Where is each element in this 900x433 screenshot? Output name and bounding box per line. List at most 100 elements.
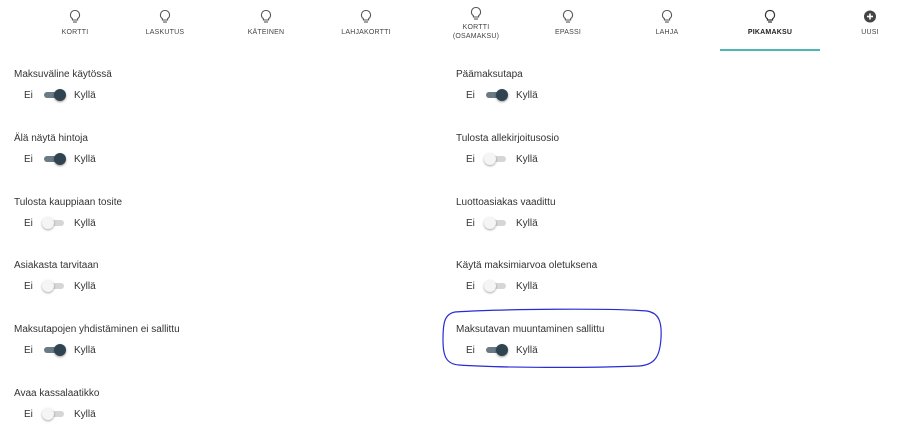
- setting-title: Avaa kassalaatikko: [14, 388, 100, 399]
- tab-lahja[interactable]: LAHJA: [637, 0, 697, 50]
- toggle-row: Ei Kyllä: [24, 151, 96, 167]
- setting-tulosta-kauppiaan-tosite: Tulosta kauppiaan tosite Ei Kyllä: [14, 197, 123, 229]
- tab-epassi[interactable]: EPASSI: [538, 0, 598, 50]
- lightbulb-icon: [360, 9, 372, 23]
- setting-title: Maksuväline käytössä: [14, 69, 112, 80]
- toggle-row: Ei Kyllä: [466, 278, 538, 294]
- payment-method-tabs: KORTTI LASKUTUS KÄTEINEN LAHJAKORTTI KOR…: [0, 0, 900, 56]
- toggle-thumb: [54, 153, 66, 165]
- toggle-switch[interactable]: [484, 87, 508, 103]
- setting-title: Tulosta allekirjoitusosio: [456, 133, 560, 144]
- lightbulb-icon: [562, 9, 574, 23]
- toggle-off-label: Ei: [466, 344, 475, 356]
- toggle-switch[interactable]: [484, 151, 508, 167]
- setting-title: Maksutavan muuntaminen sallittu: [456, 324, 605, 335]
- setting-title: Luottoasiakas vaadittu: [456, 197, 556, 208]
- toggle-switch[interactable]: [484, 215, 508, 231]
- lightbulb-icon: [159, 9, 171, 23]
- toggle-row: Ei Kyllä: [466, 215, 538, 231]
- toggle-off-label: Ei: [24, 217, 33, 229]
- tab-kortti-osamaksu[interactable]: KORTTI (OSAMAKSU): [436, 0, 516, 50]
- toggle-thumb: [42, 217, 54, 229]
- lightbulb-icon: [470, 6, 482, 20]
- setting-paamaksutapa: Päämaksutapa Ei Kyllä: [456, 69, 538, 101]
- toggle-row: Ei Kyllä: [24, 87, 96, 103]
- tab-label: PIKAMAKSU: [747, 29, 793, 36]
- toggle-on-label: Kyllä: [74, 89, 96, 101]
- toggle-thumb: [54, 89, 66, 101]
- setting-maksuvaline-kaytossa: Maksuväline käytössä Ei Kyllä: [14, 69, 112, 101]
- toggle-off-label: Ei: [24, 344, 33, 356]
- tab-label: UUSI: [861, 29, 879, 36]
- toggle-switch[interactable]: [484, 342, 508, 358]
- toggle-on-label: Kyllä: [516, 217, 538, 229]
- toggle-switch[interactable]: [484, 278, 508, 294]
- setting-title: Älä näytä hintoja: [14, 133, 88, 144]
- toggle-off-label: Ei: [24, 280, 33, 292]
- setting-title: Päämaksutapa: [456, 69, 523, 80]
- tab-kortti[interactable]: KORTTI: [45, 0, 105, 50]
- toggle-on-label: Kyllä: [516, 280, 538, 292]
- setting-title: Tulosta kauppiaan tosite: [14, 197, 123, 208]
- toggle-on-label: Kyllä: [74, 153, 96, 165]
- setting-title: Maksutapojen yhdistäminen ei sallittu: [14, 324, 180, 335]
- tab-label: LAHJAKORTTI: [341, 29, 391, 36]
- setting-asiakasta-tarvitaan: Asiakasta tarvitaan Ei Kyllä: [14, 260, 99, 292]
- tab-laskutus[interactable]: LASKUTUS: [135, 0, 195, 50]
- toggle-row: Ei Kyllä: [466, 151, 538, 167]
- toggle-off-label: Ei: [466, 217, 475, 229]
- tab-label: EPASSI: [555, 29, 581, 36]
- add-circle-icon: [864, 10, 876, 23]
- tab-lahjakortti[interactable]: LAHJAKORTTI: [326, 0, 406, 50]
- toggle-on-label: Kyllä: [516, 153, 538, 165]
- toggle-thumb: [42, 408, 54, 420]
- toggle-thumb: [484, 280, 496, 292]
- lightbulb-icon: [661, 9, 673, 23]
- toggle-on-label: Kyllä: [74, 280, 96, 292]
- toggle-switch[interactable]: [42, 278, 66, 294]
- toggle-on-label: Kyllä: [74, 344, 96, 356]
- toggle-on-label: Kyllä: [74, 217, 96, 229]
- toggle-row: Ei Kyllä: [466, 342, 538, 358]
- toggle-switch[interactable]: [42, 87, 66, 103]
- toggle-row: Ei Kyllä: [24, 215, 96, 231]
- toggle-off-label: Ei: [24, 153, 33, 165]
- toggle-off-label: Ei: [466, 89, 475, 101]
- toggle-off-label: Ei: [24, 89, 33, 101]
- setting-title: Asiakasta tarvitaan: [14, 260, 99, 271]
- toggle-row: Ei Kyllä: [24, 278, 96, 294]
- toggle-thumb: [42, 280, 54, 292]
- toggle-off-label: Ei: [24, 408, 33, 420]
- toggle-thumb: [484, 217, 496, 229]
- toggle-on-label: Kyllä: [516, 89, 538, 101]
- setting-avaa-kassalaatikko: Avaa kassalaatikko Ei Kyllä: [14, 388, 100, 420]
- toggle-switch[interactable]: [42, 342, 66, 358]
- toggle-off-label: Ei: [466, 280, 475, 292]
- toggle-switch[interactable]: [42, 406, 66, 422]
- setting-title: Käytä maksimiarvoa oletuksena: [456, 260, 598, 271]
- toggle-thumb: [496, 89, 508, 101]
- tab-label-line2: (OSAMAKSU): [452, 33, 500, 40]
- toggle-row: Ei Kyllä: [24, 406, 96, 422]
- tab-uusi[interactable]: UUSI: [845, 0, 895, 50]
- tab-pikamaksu[interactable]: PIKAMAKSU: [730, 0, 810, 50]
- setting-maksutapojen-yhdistaminen: Maksutapojen yhdistäminen ei sallittu Ei…: [14, 324, 180, 356]
- toggle-row: Ei Kyllä: [24, 342, 96, 358]
- annotation-highlight-ellipse: [442, 308, 662, 368]
- toggle-switch[interactable]: [42, 215, 66, 231]
- tab-label: KÄTEINEN: [247, 29, 285, 36]
- setting-ala-nayta-hintoja: Älä näytä hintoja Ei Kyllä: [14, 133, 96, 165]
- toggle-on-label: Kyllä: [74, 408, 96, 420]
- tab-kateinen[interactable]: KÄTEINEN: [236, 0, 296, 50]
- toggle-switch[interactable]: [42, 151, 66, 167]
- tab-label: KORTTI: [61, 29, 89, 36]
- lightbulb-icon: [764, 9, 776, 23]
- setting-luottoasiakas-vaadittu: Luottoasiakas vaadittu Ei Kyllä: [456, 197, 556, 229]
- active-tab-indicator: [720, 49, 820, 51]
- tab-label: LAHJA: [655, 29, 679, 36]
- lightbulb-icon: [260, 9, 272, 23]
- toggle-off-label: Ei: [466, 153, 475, 165]
- tab-label-line1: KORTTI: [462, 24, 490, 31]
- toggle-row: Ei Kyllä: [466, 87, 538, 103]
- toggle-on-label: Kyllä: [516, 344, 538, 356]
